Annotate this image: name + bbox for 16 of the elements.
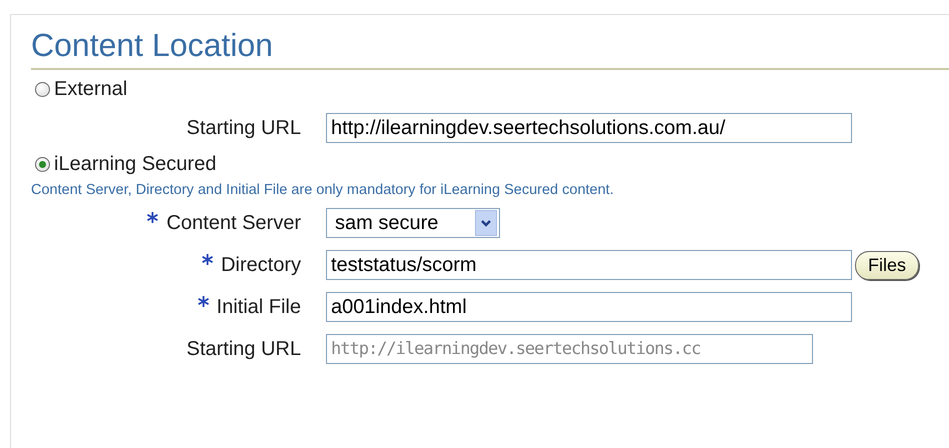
section-title: Content Location bbox=[31, 27, 949, 70]
content-server-select[interactable]: sam secure bbox=[326, 208, 500, 238]
radio-option[interactable]: iLearning Secured bbox=[35, 153, 949, 176]
field-label: Starting URL bbox=[186, 338, 301, 360]
field-label: Directory bbox=[220, 254, 301, 276]
help-text: Content Server, Directory and Initial File are only mandatory for iLearning Secured content. bbox=[31, 182, 615, 198]
input-field[interactable]: a001index.html bbox=[326, 292, 852, 322]
files-button[interactable]: Files bbox=[855, 250, 920, 280]
input-field[interactable]: http://ilearningdev.seertechsolutions.cc bbox=[326, 334, 813, 364]
field-label: Starting URL bbox=[186, 116, 301, 138]
radio-option[interactable]: External bbox=[35, 78, 949, 101]
input-field[interactable]: http://ilearningdev.seertechsolutions.com.au/ bbox=[326, 113, 852, 143]
field-label: Initial File bbox=[216, 296, 301, 318]
input-field[interactable]: teststatus/scorm bbox=[326, 250, 852, 280]
field-label: Content Server bbox=[166, 212, 301, 234]
chevron-down-icon bbox=[475, 210, 497, 236]
